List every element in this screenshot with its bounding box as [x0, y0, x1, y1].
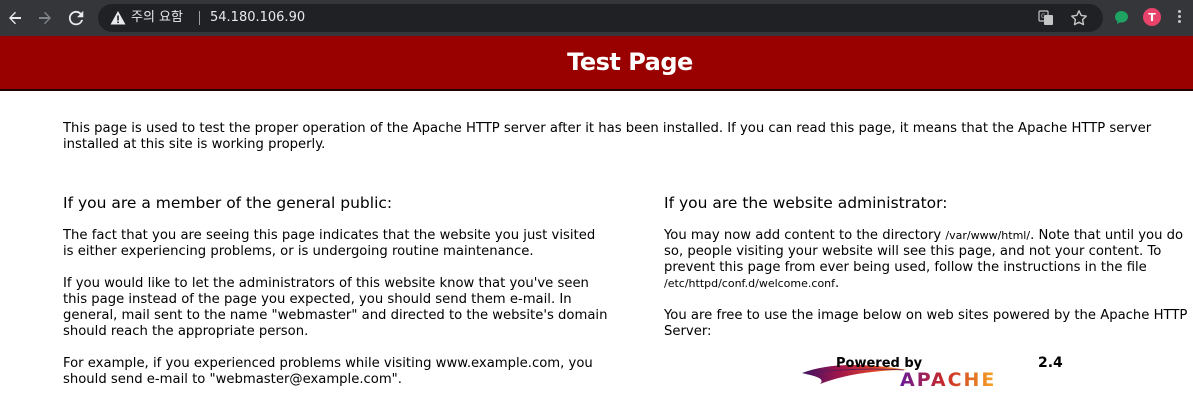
menu-dot [1177, 10, 1181, 13]
browser-toolbar: 주의 요함 54.180.106.90 G T [0, 0, 1193, 36]
reload-button[interactable] [63, 5, 89, 31]
admin-heading: If you are the website administrator: [664, 194, 948, 212]
back-button[interactable] [2, 5, 28, 31]
apache-version: 2.4 [1038, 355, 1063, 371]
menu-dot [1177, 15, 1181, 18]
public-paragraph-1: The fact that you are seeing this page i… [63, 228, 596, 259]
warning-icon[interactable] [110, 10, 126, 26]
admin-paragraph-1: You may now add content to the directory… [664, 228, 1189, 292]
public-paragraph-3: For example, if you experienced problems… [63, 356, 593, 387]
extension-icon[interactable] [1114, 10, 1129, 25]
content-directory-path: /var/www/html/ [945, 229, 1031, 242]
url-text[interactable]: 54.180.106.90 [210, 10, 305, 26]
welcome-conf-path: /etc/httpd/conf.d/welcome.conf [664, 277, 836, 290]
public-paragraph-2: If you would like to let the administrat… [63, 276, 608, 339]
page-banner: Test Page [0, 36, 1193, 91]
admin-text: . [835, 276, 840, 291]
menu-dot [1177, 20, 1181, 23]
public-heading: If you are a member of the general publi… [63, 194, 393, 212]
page-title: Test Page [567, 48, 693, 76]
arrow-right-icon [39, 11, 51, 25]
admin-paragraph-2: You are free to use the image below on w… [664, 308, 1188, 339]
translate-icon[interactable]: G [1038, 10, 1054, 26]
powered-by-apache-badge: Powered by 2.4 APACHE [800, 356, 1065, 390]
reload-icon [68, 10, 84, 26]
public-section: If you are a member of the general publi… [63, 194, 608, 404]
security-status-label[interactable]: 주의 요함 [131, 10, 183, 26]
browser-menu-button[interactable] [1176, 10, 1182, 26]
bookmark-star-icon[interactable] [1070, 9, 1088, 27]
profile-avatar[interactable]: T [1143, 8, 1161, 26]
arrow-left-icon [9, 11, 21, 25]
svg-text:G: G [1041, 13, 1046, 20]
admin-text: You may now add content to the directory [664, 228, 946, 243]
profile-initial: T [1148, 10, 1156, 24]
omnibox-separator [199, 11, 200, 25]
admin-section: If you are the website administrator: Yo… [664, 194, 1189, 356]
address-bar[interactable]: 주의 요함 54.180.106.90 G [98, 4, 1103, 32]
intro-paragraph: This page is used to test the proper ope… [63, 121, 1152, 152]
apache-wordmark: APACHE [900, 369, 997, 391]
forward-button[interactable] [32, 5, 58, 31]
